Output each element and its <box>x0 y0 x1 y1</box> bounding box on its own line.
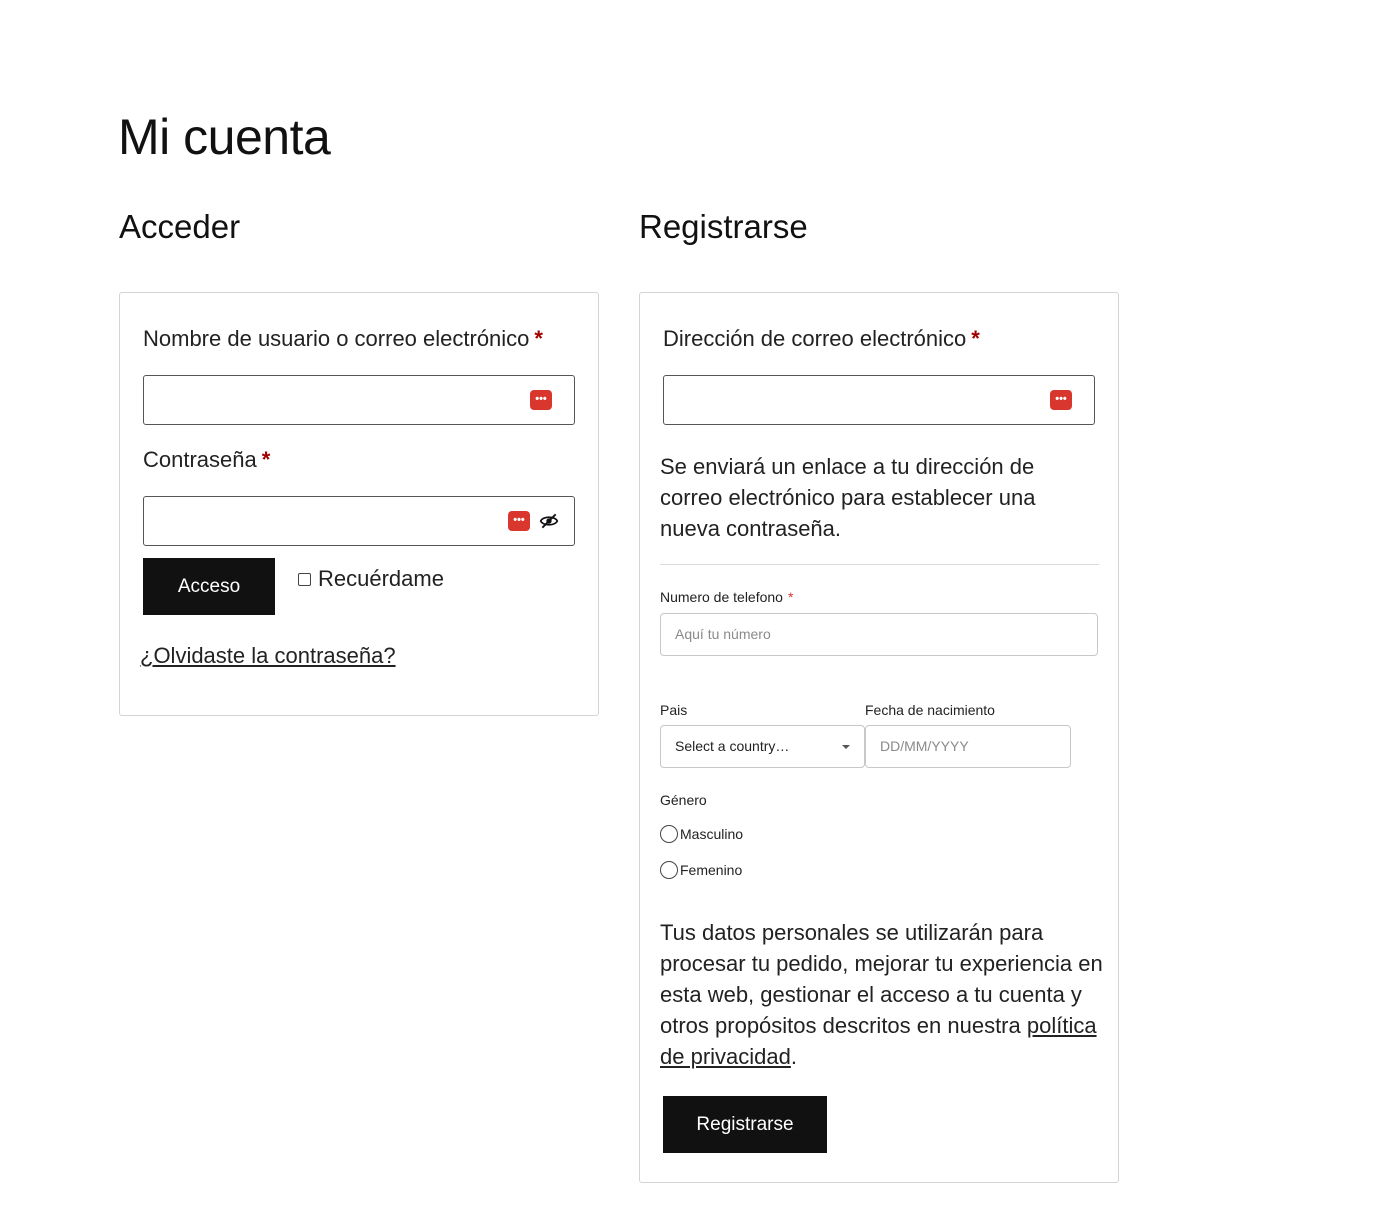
required-mark: * <box>971 326 980 351</box>
forgot-password-link[interactable]: ¿Olvidaste la contraseña? <box>140 643 396 669</box>
email-input[interactable]: ••• <box>663 375 1095 425</box>
gender-radio-female[interactable] <box>660 861 678 879</box>
register-form: Dirección de correo electrónico * ••• Se … <box>639 292 1119 1183</box>
password-info-text: Se enviará un enlace a tu dirección de c… <box>660 454 1036 541</box>
phone-label: Numero de telefono * <box>660 589 794 605</box>
gender-label-female: Femenino <box>680 862 743 878</box>
email-label: Dirección de correo electrónico * <box>663 326 980 351</box>
chevron-down-icon <box>842 745 850 749</box>
username-input[interactable]: ••• <box>143 375 575 425</box>
country-select[interactable]: Select a country… <box>660 725 865 768</box>
password-manager-icon[interactable]: ••• <box>508 511 530 531</box>
privacy-text: Tus datos personales se utilizarán para … <box>660 920 1103 1069</box>
remember-me[interactable]: Recuérdame <box>298 566 444 592</box>
phone-input[interactable]: Aquí tu número <box>660 613 1098 656</box>
remember-label: Recuérdame <box>318 566 444 591</box>
remember-checkbox[interactable] <box>298 572 311 586</box>
gender-label: Género <box>660 792 707 808</box>
gender-option-female[interactable]: Femenino <box>660 861 742 879</box>
register-heading: Registrarse <box>639 208 808 245</box>
password-manager-icon[interactable]: ••• <box>1050 390 1072 410</box>
password-input[interactable]: ••• <box>143 496 575 546</box>
country-label: Pais <box>660 702 688 718</box>
eye-slash-icon[interactable] <box>538 511 560 531</box>
login-form: Nombre de usuario o correo electrónico * … <box>119 292 599 716</box>
gender-option-male[interactable]: Masculino <box>660 825 743 843</box>
country-select-value: Select a country… <box>675 738 790 754</box>
divider <box>660 564 1099 565</box>
birthdate-label: Fecha de nacimiento <box>865 702 995 718</box>
birthdate-input[interactable]: DD/MM/YYYY <box>865 725 1071 768</box>
login-heading: Acceder <box>119 208 241 245</box>
required-mark: * <box>261 447 271 472</box>
gender-radio-male[interactable] <box>660 825 678 843</box>
login-button[interactable]: Acceso <box>143 558 275 615</box>
username-label: Nombre de usuario o correo electrónico * <box>143 326 543 351</box>
password-manager-icon[interactable]: ••• <box>530 390 552 410</box>
page-title: Mi cuenta <box>118 109 331 165</box>
required-mark: * <box>534 326 543 351</box>
required-mark: * <box>787 589 794 605</box>
password-label: Contraseña * <box>143 447 271 472</box>
gender-label-male: Masculino <box>680 826 744 842</box>
register-button[interactable]: Registrarse <box>663 1096 827 1153</box>
